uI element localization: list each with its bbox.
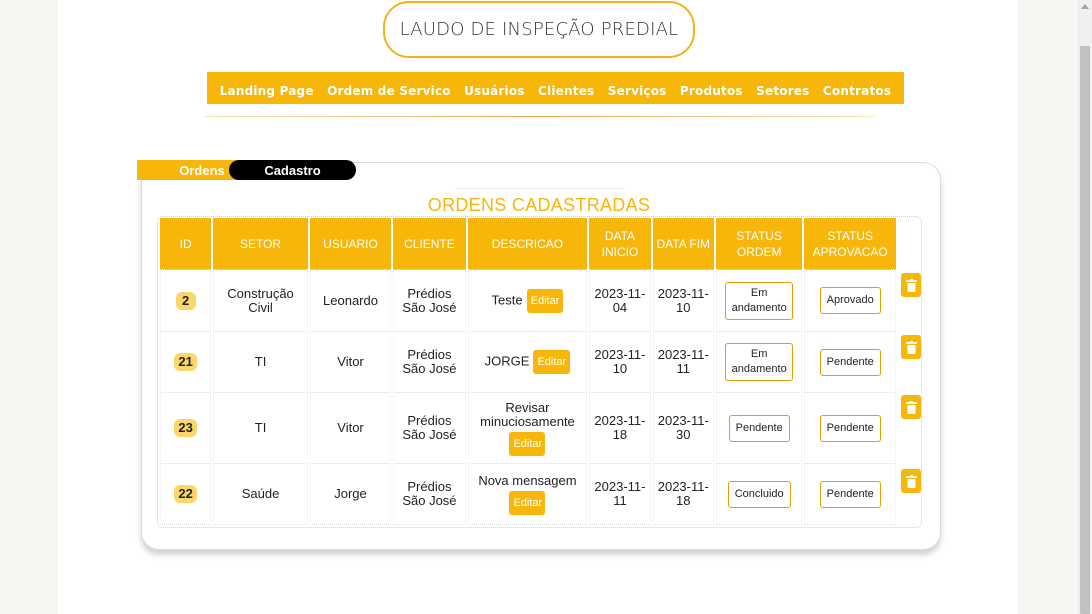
cell-setor: Saúde bbox=[213, 464, 308, 525]
table-header-row: ID SETOR USUARIO CLIENTE DESCRICAO DATA … bbox=[160, 218, 896, 270]
table-row: 21 TI Vitor Prédios São José JORGE Editar… bbox=[160, 332, 896, 393]
id-badge: 21 bbox=[174, 353, 197, 371]
status-ordem-button[interactable]: Em andamento bbox=[725, 343, 794, 381]
status-ordem-button[interactable]: Pendente bbox=[728, 414, 790, 442]
cell-setor: Construção Civil bbox=[213, 270, 308, 332]
id-badge: 22 bbox=[174, 485, 197, 503]
table-row: 22 Saúde Jorge Prédios São José Nova men… bbox=[160, 464, 896, 525]
nav-divider bbox=[204, 116, 874, 117]
cell-cliente: Prédios São José bbox=[393, 464, 466, 525]
header-usuario: USUARIO bbox=[309, 218, 392, 270]
nav-clientes[interactable]: Clientes bbox=[538, 78, 594, 98]
nav-landing-page[interactable]: Landing Page bbox=[220, 78, 314, 98]
edit-button[interactable]: Editar bbox=[509, 431, 546, 456]
edit-button[interactable]: Editar bbox=[526, 288, 564, 313]
cell-data-fim: 2023-11-11 bbox=[652, 332, 714, 393]
header-setor: SETOR bbox=[213, 218, 308, 270]
cell-cliente: Prédios São José bbox=[393, 393, 466, 464]
cell-data-inicio: 2023-11-18 bbox=[589, 393, 651, 464]
cell-usuario: Jorge bbox=[309, 464, 392, 525]
status-aprovacao-button[interactable]: Aprovado bbox=[819, 287, 881, 314]
orders-table: ID SETOR USUARIO CLIENTE DESCRICAO DATA … bbox=[158, 218, 898, 525]
header-descricao: DESCRICAO bbox=[467, 218, 588, 270]
nav-contratos[interactable]: Contratos bbox=[823, 78, 891, 98]
status-aprovacao-button[interactable]: Pendente bbox=[819, 414, 881, 442]
tab-bar: Ordens Cadastro bbox=[137, 160, 357, 180]
status-ordem-button[interactable]: Concluido bbox=[727, 480, 791, 508]
nav-produtos[interactable]: Produtos bbox=[680, 78, 743, 98]
nav-setores[interactable]: Setores bbox=[756, 78, 809, 98]
cell-descricao: Teste bbox=[491, 291, 523, 307]
status-ordem-button[interactable]: Em andamento bbox=[725, 281, 794, 320]
cell-descricao: JORGE bbox=[484, 353, 530, 369]
cell-usuario: Vitor bbox=[309, 332, 392, 393]
cell-data-inicio: 2023-11-10 bbox=[589, 332, 651, 393]
edit-button[interactable]: Editar bbox=[509, 490, 546, 515]
status-aprovacao-button[interactable]: Pendente bbox=[819, 348, 881, 376]
cell-data-fim: 2023-11-30 bbox=[652, 393, 714, 464]
cell-setor: TI bbox=[213, 393, 308, 464]
cell-usuario: Vitor bbox=[309, 393, 392, 464]
main-nav: Landing Page Ordem de Servico Usuários C… bbox=[207, 72, 904, 104]
trash-icon[interactable] bbox=[901, 395, 921, 419]
title-divider bbox=[455, 188, 625, 189]
scroll-thumb[interactable] bbox=[1080, 46, 1090, 614]
vertical-scrollbar[interactable] bbox=[1078, 0, 1092, 614]
nav-servicos[interactable]: Serviços bbox=[608, 78, 667, 98]
scroll-up-arrow-icon[interactable] bbox=[1081, 4, 1089, 9]
cell-usuario: Leonardo bbox=[309, 270, 392, 332]
cell-cliente: Prédios São José bbox=[393, 332, 466, 393]
cell-data-fim: 2023-11-18 bbox=[652, 464, 714, 525]
header-data-fim: DATA FIM bbox=[652, 218, 714, 270]
cell-descricao: Revisar minuciosamente bbox=[480, 399, 575, 429]
cell-data-inicio: 2023-11-11 bbox=[589, 464, 651, 525]
table-title: ORDENS CADASTRADAS bbox=[427, 195, 651, 215]
nav-ordem-de-servico[interactable]: Ordem de Servico bbox=[327, 78, 451, 98]
id-badge: 23 bbox=[174, 419, 197, 437]
header-id: ID bbox=[160, 218, 212, 270]
trash-icon[interactable] bbox=[901, 469, 921, 493]
header-cliente: CLIENTE bbox=[393, 218, 466, 270]
edit-button[interactable]: Editar bbox=[533, 350, 571, 374]
page-title: LAUDO DE INSPEÇÃO PREDIAL bbox=[383, 1, 695, 58]
table-row: 23 TI Vitor Prédios São José Revisar min… bbox=[160, 393, 896, 464]
id-badge: 2 bbox=[175, 291, 196, 310]
trash-icon[interactable] bbox=[901, 335, 921, 359]
tab-cadastro[interactable]: Cadastro bbox=[229, 160, 356, 180]
header-status-ordem: STATUS ORDEM bbox=[715, 218, 803, 270]
cell-data-inicio: 2023-11-04 bbox=[589, 270, 651, 332]
cell-cliente: Prédios São José bbox=[393, 270, 466, 332]
header-status-aprovacao: STATUS APROVACAO bbox=[804, 218, 896, 270]
cell-setor: TI bbox=[213, 332, 308, 393]
table-row: 2 Construção Civil Leonardo Prédios São … bbox=[160, 270, 896, 332]
cell-data-fim: 2023-11-10 bbox=[652, 270, 714, 332]
cell-descricao: Nova mensagem bbox=[478, 472, 577, 488]
status-aprovacao-button[interactable]: Pendente bbox=[819, 480, 881, 508]
header-data-inicio: DATA INICIO bbox=[589, 218, 651, 270]
nav-usuarios[interactable]: Usuários bbox=[464, 78, 525, 98]
trash-icon[interactable] bbox=[901, 273, 921, 297]
